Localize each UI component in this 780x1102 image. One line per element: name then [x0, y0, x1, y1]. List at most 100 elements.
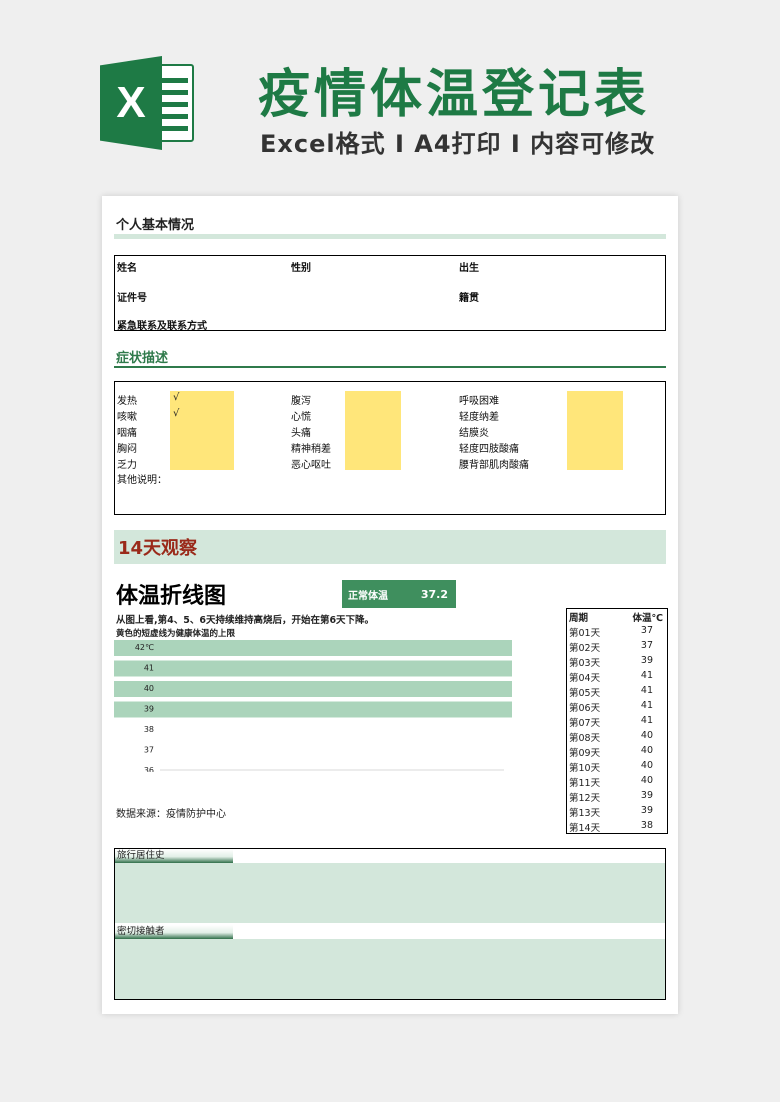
table-cell-period: 第12天 — [569, 793, 601, 804]
table-cell-temp: 37 — [640, 625, 653, 636]
symptom-label: 头痛 — [291, 428, 311, 439]
table-cell-temp: 39 — [640, 805, 653, 816]
basic-info-divider — [114, 234, 666, 239]
symptom-label: 腰背部肌肉酸痛 — [459, 460, 529, 471]
normal-temp-value: 37.2 — [420, 587, 448, 601]
emergency-contact-label: 紧急联系及联系方式 — [117, 321, 207, 332]
symptoms-title: 症状描述 — [116, 351, 169, 366]
travel-history-label: 旅行居住史 — [115, 849, 233, 863]
table-row: 第07天 41 — [567, 714, 667, 729]
table-cell-temp: 40 — [640, 775, 653, 786]
temperature-table: 周期 体温℃ 第01天 37 第02天 37 第03天 39 第04天 41 第05天 41 第06… — [566, 608, 668, 834]
y-tick-label: 39 — [144, 705, 154, 714]
logo-letter: X — [100, 56, 162, 150]
table-cell-temp: 40 — [640, 760, 653, 771]
symptom-checkmark: √ — [173, 392, 180, 403]
symptom-check-area-2[interactable] — [345, 391, 401, 470]
temperature-chart: 42℃ 41 40 39 38 37 36 — [114, 640, 512, 772]
table-row: 第14天 38 — [567, 819, 667, 834]
table-row: 第12天 39 — [567, 789, 667, 804]
table-cell-temp: 41 — [640, 700, 653, 711]
chart-note: 从图上看,第4、5、6天持续维持高烧后，开始在第6天下降。 — [116, 615, 375, 626]
history-box: 旅行居住史 密切接触者 — [114, 848, 666, 1000]
table-row: 第10天 40 — [567, 759, 667, 774]
close-contacts-area[interactable] — [115, 939, 665, 999]
gender-label: 性别 — [291, 263, 311, 274]
symptom-label: 腹泻 — [291, 396, 311, 407]
table-cell-period: 第10天 — [569, 763, 601, 774]
table-row: 第02天 37 — [567, 639, 667, 654]
y-tick-label: 41 — [144, 664, 154, 673]
table-cell-period: 第14天 — [569, 823, 601, 834]
symptom-label: 精神稍差 — [291, 444, 331, 455]
table-cell-temp: 40 — [640, 730, 653, 741]
observation-title: 14天观察 — [118, 538, 198, 559]
table-cell-period: 第06天 — [569, 703, 601, 714]
table-cell-period: 第03天 — [569, 658, 601, 669]
symptom-label: 呼吸困难 — [459, 396, 499, 407]
symptom-label: 轻度四肢酸痛 — [459, 444, 519, 455]
table-row: 第05天 41 — [567, 684, 667, 699]
close-contacts-label: 密切接触者 — [115, 925, 233, 939]
id-label: 证件号 — [117, 293, 147, 304]
table-row: 第04天 41 — [567, 669, 667, 684]
table-cell-period: 第07天 — [569, 718, 601, 729]
table-cell-temp: 41 — [640, 670, 653, 681]
table-cell-temp: 37 — [640, 640, 653, 651]
travel-history-area[interactable] — [115, 863, 665, 923]
data-source: 数据来源：疫情防护中心 — [116, 809, 226, 820]
other-notes-label: 其他说明： — [117, 475, 167, 486]
name-label: 姓名 — [117, 263, 137, 274]
table-cell-temp: 39 — [640, 655, 653, 666]
chart-grid-band — [114, 681, 512, 697]
excel-logo-icon: X — [100, 56, 200, 150]
y-tick-label: 38 — [144, 725, 154, 734]
table-header-period: 周期 — [569, 613, 589, 624]
table-cell-period: 第05天 — [569, 688, 601, 699]
basic-info-box: 姓名 性别 出生 证件号 籍贯 紧急联系及联系方式 — [114, 255, 666, 332]
symptoms-box: 发热 咳嗽 咽痛 胸闷 乏力 √ √ 腹泻 心慌 头痛 精神稍差 恶心呕吐 呼吸… — [114, 381, 666, 515]
y-tick-label: 42℃ — [135, 643, 154, 652]
table-row: 第03天 39 — [567, 654, 667, 669]
table-row: 第13天 39 — [567, 804, 667, 819]
table-row: 第08天 40 — [567, 729, 667, 744]
table-cell-temp: 38 — [640, 820, 653, 831]
chart-title: 体温折线图 — [116, 584, 227, 609]
y-tick-label: 36 — [144, 766, 154, 772]
symptom-label: 乏力 — [117, 460, 137, 471]
symptom-label: 胸闷 — [117, 444, 137, 455]
document-page: 个人基本情况 姓名 性别 出生 证件号 籍贯 紧急联系及联系方式 症状描述 发热… — [102, 196, 678, 1014]
symptom-check-area-1[interactable] — [170, 391, 234, 470]
table-row: 第09天 40 — [567, 744, 667, 759]
symptom-label: 咽痛 — [117, 428, 137, 439]
table-cell-period: 第13天 — [569, 808, 601, 819]
symptom-checkmark: √ — [173, 408, 180, 419]
table-cell-period: 第11天 — [569, 778, 601, 789]
symptom-check-area-3[interactable] — [567, 391, 623, 470]
table-cell-temp: 41 — [640, 715, 653, 726]
table-row: 第11天 40 — [567, 774, 667, 789]
chart-grid-band — [114, 701, 512, 718]
table-header-temp: 体温℃ — [632, 613, 663, 624]
symptom-label: 心慌 — [291, 412, 311, 423]
symptom-label: 发热 — [117, 396, 137, 407]
symptom-label: 恶心呕吐 — [291, 460, 331, 471]
chart-grid-band — [114, 640, 512, 656]
table-cell-temp: 40 — [640, 745, 653, 756]
table-row: 第01天 37 — [567, 624, 667, 639]
symptom-label: 咳嗽 — [117, 412, 137, 423]
symptoms-divider — [114, 366, 666, 368]
table-cell-temp: 41 — [640, 685, 653, 696]
table-cell-period: 第02天 — [569, 643, 601, 654]
table-cell-period: 第04天 — [569, 673, 601, 684]
table-cell-temp: 39 — [640, 790, 653, 801]
table-row: 第06天 41 — [567, 699, 667, 714]
page-title: 疫情体温登记表 — [258, 65, 651, 125]
page-subtitle: Excel格式 I A4打印 I 内容可修改 — [260, 130, 656, 158]
birth-label: 出生 — [459, 263, 479, 274]
origin-label: 籍贯 — [459, 293, 479, 304]
table-cell-period: 第08天 — [569, 733, 601, 744]
table-cell-period: 第01天 — [569, 628, 601, 639]
normal-temp-label: 正常体温 — [348, 590, 388, 602]
chart-grid-band — [114, 660, 512, 677]
